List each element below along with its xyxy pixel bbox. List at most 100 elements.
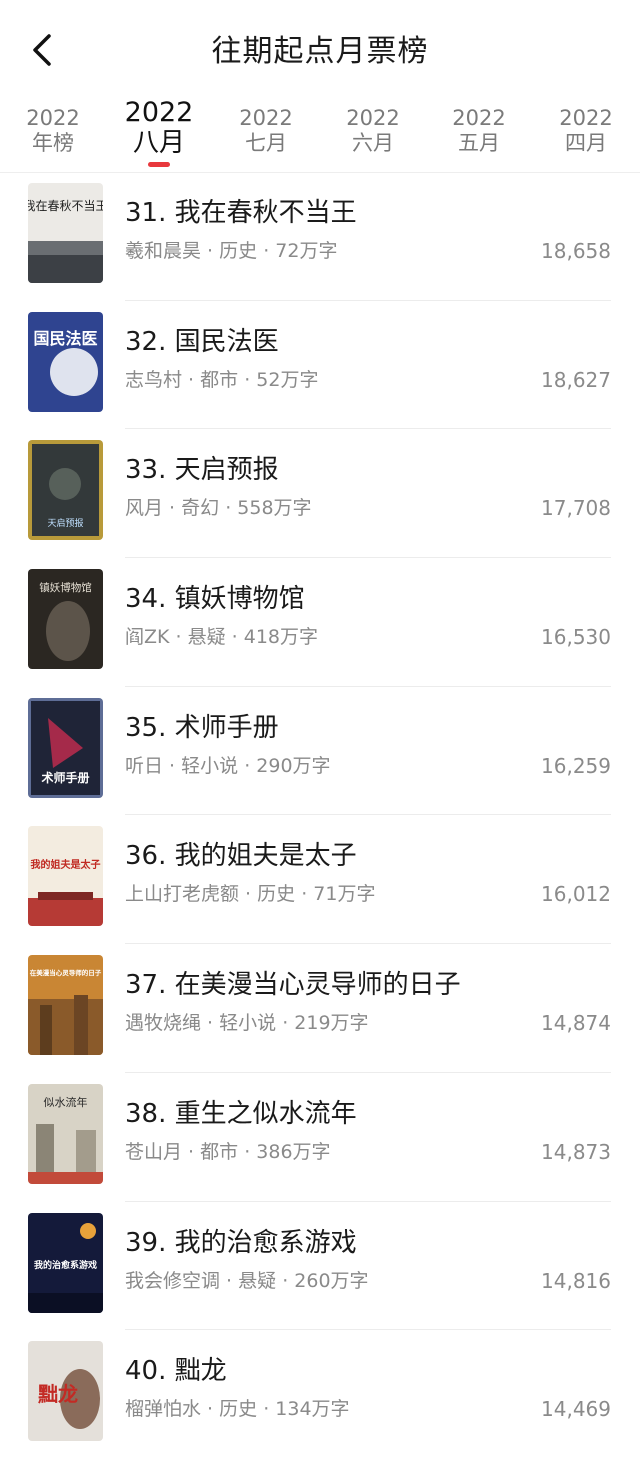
book-title: 31. 我在春秋不当王 [125,198,357,228]
book-genre: 轻小说 [181,754,239,777]
book-genre: 悬疑 [238,1269,277,1292]
book-title: 37. 在美漫当心灵导师的日子 [125,970,461,1001]
tab-label: 七月 [245,131,287,155]
book-cover[interactable]: 在美漫当心灵导师的日子 [28,955,103,1056]
book-row[interactable]: 在美漫当心灵导师的日子 37. 在美漫当心灵导师的日子 遇牧烧绳 · 轻小说 ·… [0,944,640,1073]
book-author: 羲和晨昊 [125,240,202,262]
book-author: 榴弹怕水 [125,1398,202,1421]
cover-title: 黜龙 [38,1382,78,1406]
book-word-count: 386万字 [256,1140,331,1163]
cover-title: 国民法医 [33,329,97,348]
cover-title: 天启预报 [47,517,83,529]
cover-title: 术师手册 [40,770,89,785]
book-author: 阎ZK [125,626,170,649]
tab-june[interactable]: 2022 六月 [328,96,418,156]
book-meta: 志鸟村 · 都市 · 52万字 [125,368,319,391]
cover-title: 在美漫当心灵导师的日子 [30,968,102,977]
monthly-votes: 16,259 [541,753,611,778]
book-title: 40. 黜龙 [125,1356,227,1387]
monthly-votes: 14,874 [541,1011,611,1036]
book-cover[interactable]: 天启预报 [28,440,103,541]
book-word-count: 290万字 [256,754,331,777]
book-word-count: 134万字 [275,1398,350,1421]
book-row[interactable]: 国民法医 32. 国民法医 志鸟村 · 都市 · 52万字 18,627 [0,301,640,430]
book-word-count: 71万字 [313,883,376,906]
tab-label: 年榜 [32,131,74,155]
ranking-list: 我在春秋不当王 31. 我在春秋不当王 羲和晨昊 · 历史 · 72万字 18,… [0,172,640,1459]
tab-label: 八月 [132,128,185,158]
book-row[interactable]: 黜龙 40. 黜龙 榴弹怕水 · 历史 · 134万字 14,469 [0,1330,640,1459]
tab-april[interactable]: 2022 四月 [541,96,631,156]
tab-may[interactable]: 2022 五月 [434,96,524,156]
tab-label: 六月 [352,131,394,155]
tab-year: 2022 [239,106,293,130]
book-title: 39. 我的治愈系游戏 [125,1227,357,1258]
tab-year: 2022 [452,106,506,130]
book-meta: 上山打老虎额 · 历史 · 71万字 [125,883,376,906]
book-word-count: 72万字 [275,240,338,262]
book-row[interactable]: 我的治愈系游戏 39. 我的治愈系游戏 我会修空调 · 悬疑 · 260万字 1… [0,1202,640,1331]
book-meta: 听日 · 轻小说 · 290万字 [125,754,331,777]
monthly-votes: 17,708 [541,496,611,521]
tab-july[interactable]: 2022 七月 [221,96,311,156]
tab-year: 2022 [124,97,194,128]
book-meta: 遇牧烧绳 · 轻小说 · 219万字 [125,1012,369,1035]
book-row[interactable]: 我的姐夫是太子 36. 我的姐夫是太子 上山打老虎额 · 历史 · 71万字 1… [0,815,640,945]
tab-august[interactable]: 2022 八月 [114,96,204,167]
book-author: 我会修空调 [125,1269,221,1292]
book-cover[interactable]: 国民法医 [28,311,103,412]
book-cover[interactable]: 我的姐夫是太子 [28,826,103,927]
monthly-votes: 14,816 [541,1268,611,1293]
book-row[interactable]: 似水流年 38. 重生之似水流年 苍山月 · 都市 · 386万字 14,873 [0,1073,640,1202]
book-author: 遇牧烧绳 [125,1012,202,1035]
book-meta: 羲和晨昊 · 历史 · 72万字 [125,240,338,262]
book-meta: 阎ZK · 悬疑 · 418万字 [125,626,319,649]
book-genre: 悬疑 [187,626,226,649]
book-genre: 历史 [219,1398,258,1421]
book-cover[interactable]: 我的治愈系游戏 [28,1212,103,1313]
book-meta: 我会修空调 · 悬疑 · 260万字 [125,1269,369,1292]
book-cover[interactable]: 镇妖博物馆 [28,569,103,670]
book-title: 33. 天启预报 [125,455,279,486]
book-word-count: 558万字 [237,497,312,520]
tab-year: 2022 [346,106,400,130]
book-genre: 历史 [257,883,296,906]
book-genre: 奇幻 [181,497,220,520]
book-title: 35. 术师手册 [125,712,279,743]
cover-title: 似水流年 [44,1095,88,1109]
book-meta: 榴弹怕水 · 历史 · 134万字 [125,1398,350,1421]
book-author: 听日 [125,754,164,777]
book-author: 上山打老虎额 [125,883,240,906]
tab-label: 四月 [565,131,607,155]
book-author: 风月 [125,497,164,520]
monthly-votes: 18,627 [541,367,611,392]
book-row[interactable]: 天启预报 33. 天启预报 风月 · 奇幻 · 558万字 17,708 [0,429,640,559]
tab-year: 2022 [559,106,613,130]
book-row[interactable]: 镇妖博物馆 34. 镇妖博物馆 阎ZK · 悬疑 · 418万字 16,530 [0,558,640,687]
book-title: 32. 国民法医 [125,326,279,357]
book-meta: 苍山月 · 都市 · 386万字 [125,1140,331,1163]
book-word-count: 52万字 [256,368,319,391]
month-tabs: 2022 年榜 2022 八月 2022 七月 2022 六月 2022 五月 … [0,96,640,173]
book-word-count: 260万字 [294,1269,369,1292]
book-row[interactable]: 术师手册 35. 术师手册 听日 · 轻小说 · 290万字 16,259 [0,687,640,816]
book-meta: 风月 · 奇幻 · 558万字 [125,497,312,520]
book-row[interactable]: 我在春秋不当王 31. 我在春秋不当王 羲和晨昊 · 历史 · 72万字 18,… [0,172,640,301]
book-title: 34. 镇妖博物馆 [125,584,305,615]
page-title: 往期起点月票榜 [211,34,429,69]
monthly-votes: 14,873 [541,1139,611,1164]
book-author: 苍山月 [125,1140,183,1163]
book-cover[interactable]: 我在春秋不当王 [28,183,103,283]
book-cover[interactable]: 似水流年 [28,1083,103,1184]
monthly-votes: 14,469 [541,1397,611,1422]
book-cover[interactable]: 黜龙 [28,1341,103,1442]
tab-active-indicator [148,162,170,167]
tab-annual[interactable]: 2022 年榜 [8,96,98,156]
book-word-count: 418万字 [243,626,319,649]
book-word-count: 219万字 [294,1012,369,1035]
book-cover[interactable]: 术师手册 [28,697,103,798]
monthly-votes: 18,658 [541,239,611,263]
book-title: 38. 重生之似水流年 [125,1098,357,1129]
tab-year: 2022 [26,106,80,130]
cover-title: 镇妖博物馆 [39,581,92,594]
